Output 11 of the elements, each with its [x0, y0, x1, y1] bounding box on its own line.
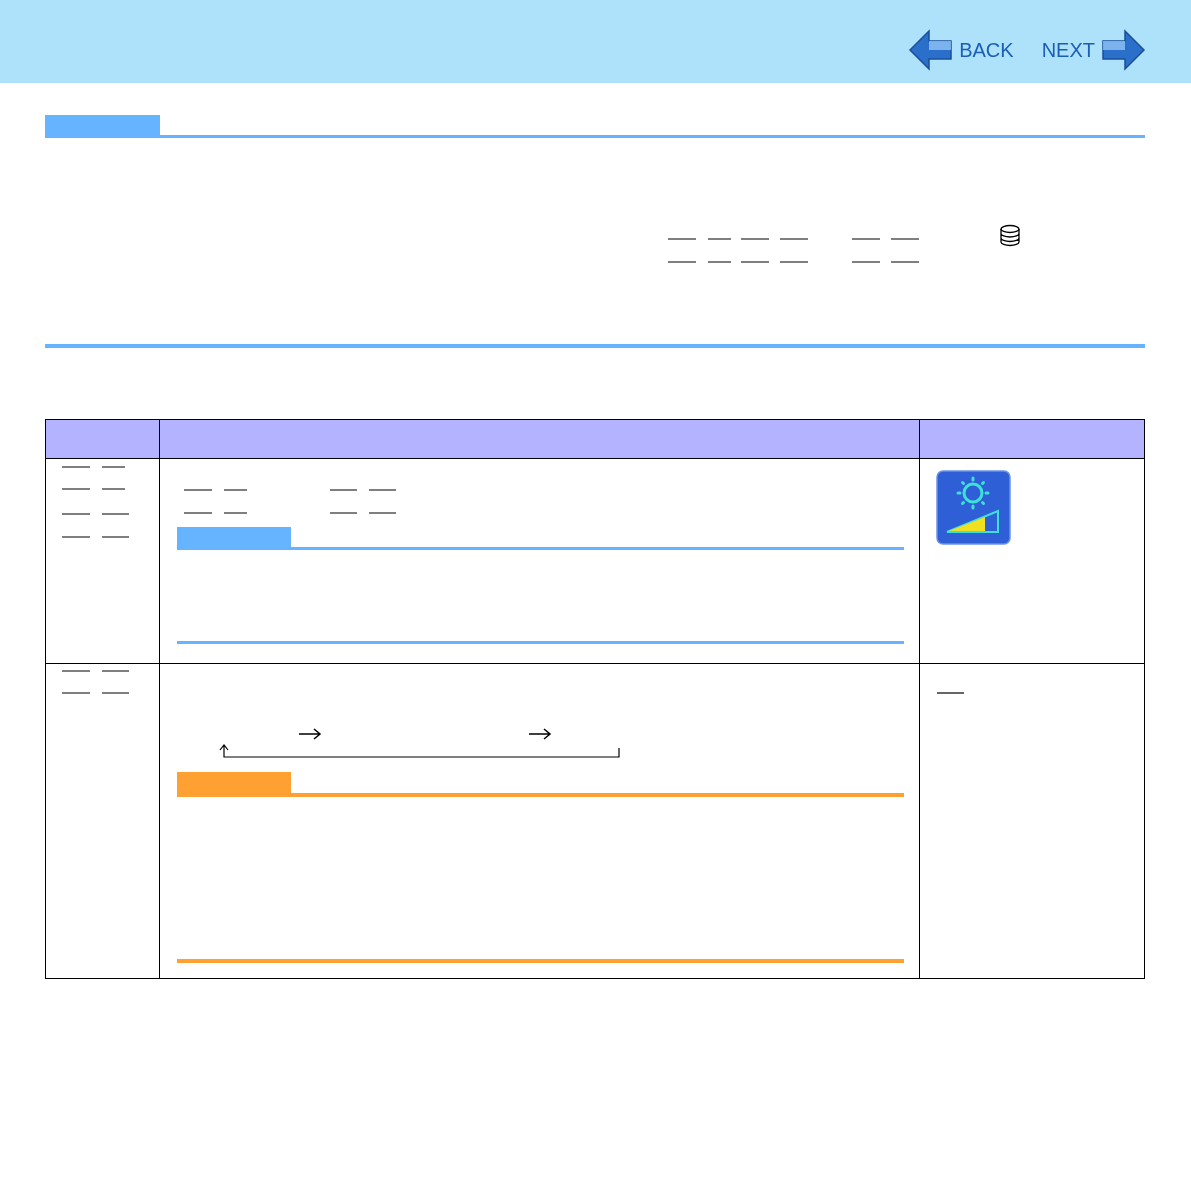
next-button[interactable]: NEXT — [1041, 27, 1147, 73]
key-outline-drawing — [61, 670, 130, 694]
right-arrow-icon — [1101, 27, 1147, 73]
disk-icon — [1000, 224, 1020, 247]
brightness-icon — [936, 470, 1011, 545]
key-outline-drawing — [61, 466, 130, 538]
left-arrow-icon — [907, 27, 954, 73]
back-button[interactable]: BACK — [907, 27, 1014, 73]
arrow-icon — [298, 728, 322, 740]
key-outline-drawing — [936, 692, 965, 694]
arrow-icon — [528, 728, 552, 740]
